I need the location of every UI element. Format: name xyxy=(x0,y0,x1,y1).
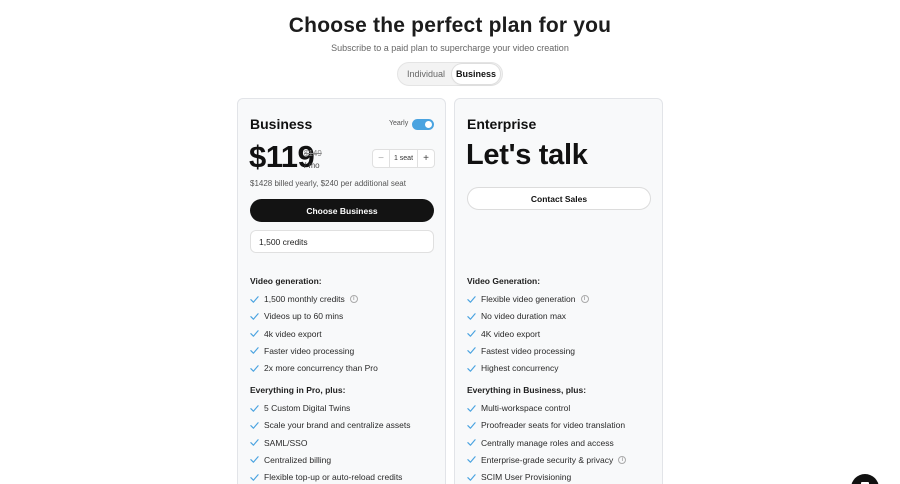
seat-stepper: − 1 seat + xyxy=(372,149,435,168)
seat-count: 1 seat xyxy=(389,150,418,167)
feature-item: SAML/SSO xyxy=(250,438,307,448)
toggle-business[interactable]: Business xyxy=(452,64,500,84)
contact-sales-button[interactable]: Contact Sales xyxy=(467,187,651,210)
switch-knob xyxy=(425,121,432,128)
check-icon xyxy=(467,473,476,481)
section-heading: Everything in Pro, plus: xyxy=(250,385,346,395)
feature-item: Flexible video generation i xyxy=(467,294,589,304)
yearly-label: Yearly xyxy=(389,120,409,127)
check-icon xyxy=(467,330,476,337)
feature-label: 1,500 monthly credits xyxy=(264,294,345,304)
check-icon xyxy=(250,473,259,481)
info-icon[interactable]: i xyxy=(349,295,358,303)
yearly-switch[interactable] xyxy=(412,119,434,130)
check-icon xyxy=(467,439,476,446)
toggle-individual[interactable]: Individual xyxy=(400,64,452,84)
billing-note: $1428 billed yearly, $240 per additional… xyxy=(250,179,406,188)
section-heading: Video generation: xyxy=(250,276,322,286)
feature-item: Fastest video processing xyxy=(467,346,575,356)
feature-item: Scale your brand and centralize assets xyxy=(250,420,410,430)
feature-label: Flexible video generation xyxy=(481,294,576,304)
feature-label: 4k video export xyxy=(264,328,322,339)
check-icon xyxy=(250,456,259,464)
feature-label: SAML/SSO xyxy=(264,437,308,448)
check-icon xyxy=(250,364,259,372)
check-icon xyxy=(467,295,476,303)
feature-label: Proofreader seats for video translation xyxy=(481,420,626,431)
plan-type-toggle: Individual Business xyxy=(397,62,503,86)
feature-item: Centrally manage roles and access xyxy=(467,438,614,448)
feature-label: 5 Custom Digital Twins xyxy=(264,403,351,413)
check-icon xyxy=(250,295,259,303)
plan-name: Business xyxy=(250,116,313,132)
feature-item: Multi-workspace control xyxy=(467,403,570,413)
feature-label: Highest concurrency xyxy=(481,363,559,374)
business-plan-card: Business Yearly $119 $149 / mo − 1 seat … xyxy=(237,98,446,484)
check-icon xyxy=(467,456,476,464)
feature-item: 4k video export xyxy=(250,329,322,339)
check-icon xyxy=(250,404,259,412)
credits-select[interactable]: 1,500 credits xyxy=(250,230,434,253)
plan-price: Let's talk xyxy=(466,139,588,171)
feature-item: Flexible top-up or auto-reload credits xyxy=(250,472,402,482)
feature-label: 2x more concurrency than Pro xyxy=(264,363,378,374)
feature-label: Flexible top-up or auto-reload credits xyxy=(264,472,403,483)
info-icon[interactable]: i xyxy=(618,455,627,464)
price-period: / mo xyxy=(304,161,320,170)
check-icon xyxy=(467,313,476,320)
feature-label: Faster video processing xyxy=(264,345,355,356)
old-price: $149 xyxy=(304,149,322,158)
feature-label: Centralized billing xyxy=(264,454,332,465)
check-icon xyxy=(467,422,476,429)
check-icon xyxy=(467,347,476,355)
feature-item: 5 Custom Digital Twins xyxy=(250,403,350,413)
feature-label: 4K video export xyxy=(481,328,541,339)
feature-label: Fastest video processing xyxy=(481,345,576,356)
section-heading: Video Generation: xyxy=(467,276,541,286)
check-icon xyxy=(250,422,259,429)
check-icon xyxy=(250,347,259,355)
check-icon xyxy=(467,364,476,372)
page-title: Choose the perfect plan for you xyxy=(288,14,612,37)
check-icon xyxy=(250,439,259,446)
feature-label: Videos up to 60 mins xyxy=(264,311,344,322)
feature-item: Faster video processing xyxy=(250,346,354,356)
feature-item: Proofreader seats for video translation xyxy=(467,420,625,430)
feature-label: Enterprise-grade security & privacy xyxy=(481,454,614,465)
feature-label: SCIM User Provisioning xyxy=(481,472,572,483)
feature-label: Centrally manage roles and access xyxy=(481,437,614,448)
feature-label: No video duration max xyxy=(481,311,567,322)
feature-item: Highest concurrency xyxy=(467,363,558,373)
page-subtitle: Subscribe to a paid plan to supercharge … xyxy=(331,43,569,53)
chat-button[interactable] xyxy=(851,474,879,484)
plan-name: Enterprise xyxy=(467,116,537,132)
feature-item: 4K video export xyxy=(467,329,540,339)
feature-item: 2x more concurrency than Pro xyxy=(250,363,378,373)
check-icon xyxy=(250,313,259,320)
feature-item: Videos up to 60 mins xyxy=(250,311,343,321)
section-heading: Everything in Business, plus: xyxy=(467,385,587,395)
choose-business-button[interactable]: Choose Business xyxy=(250,199,434,222)
feature-item: 1,500 monthly credits i xyxy=(250,294,358,304)
feature-item: No video duration max xyxy=(467,311,566,321)
check-icon xyxy=(467,404,476,412)
seat-increment-button[interactable]: + xyxy=(418,150,434,167)
enterprise-plan-card: Enterprise Let's talk Contact Sales Vide… xyxy=(454,98,663,484)
feature-label: Scale your brand and centralize assets xyxy=(264,420,411,431)
feature-item: Centralized billing xyxy=(250,455,331,465)
info-icon[interactable]: i xyxy=(580,295,589,303)
feature-item: Enterprise-grade security & privacy i xyxy=(467,454,627,465)
feature-item: SCIM User Provisioning xyxy=(467,472,571,482)
check-icon xyxy=(250,330,259,337)
seat-decrement-button[interactable]: − xyxy=(373,150,389,167)
feature-label: Multi-workspace control xyxy=(481,403,571,413)
